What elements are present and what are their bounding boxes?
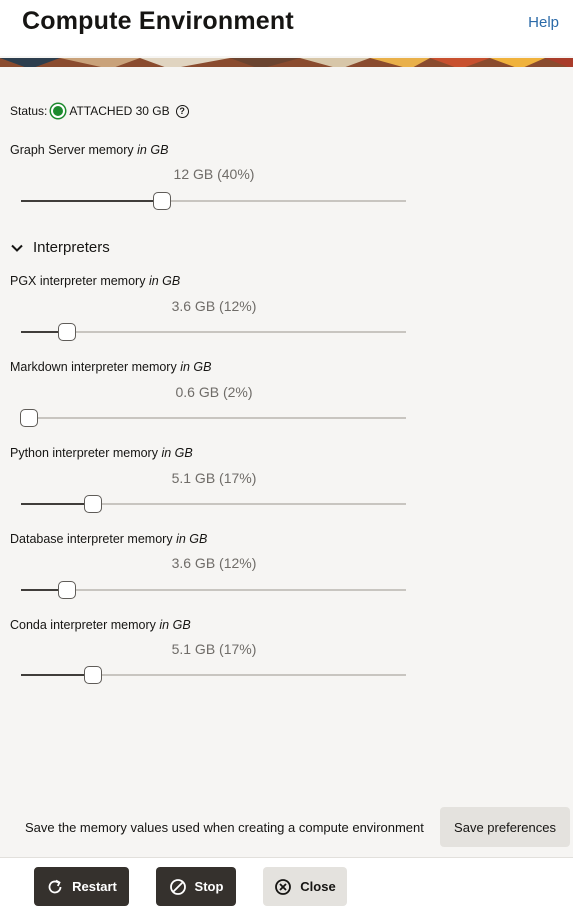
pgx-memory-value: 3.6 GB (12%) [171, 298, 257, 314]
python-memory-label: Python interpreter memory in GB [10, 446, 193, 460]
question-circle-icon[interactable]: ? [175, 104, 189, 118]
status-value: ATTACHED 30 GB [69, 104, 170, 118]
python-memory-value: 5.1 GB (17%) [171, 470, 257, 486]
chevron-down-icon [11, 244, 23, 252]
slider-thumb[interactable] [83, 666, 102, 684]
page-title: Compute Environment [22, 7, 294, 35]
python-memory-slider[interactable] [21, 494, 406, 514]
slider-thumb[interactable] [83, 495, 102, 513]
status-indicator-icon [51, 104, 66, 118]
database-memory-label: Database interpreter memory in GB [10, 532, 208, 546]
save-description: Save the memory values used when creatin… [25, 820, 424, 835]
pgx-memory-label: PGX interpreter memory in GB [10, 274, 181, 288]
help-link[interactable]: Help [528, 14, 559, 31]
markdown-memory-label: Markdown interpreter memory in GB [10, 360, 212, 374]
graph-server-memory-value: 12 GB (40%) [173, 166, 255, 182]
slider-thumb[interactable] [58, 581, 77, 599]
restart-icon [48, 879, 62, 893]
graph-server-memory-label: Graph Server memory in GB [10, 143, 169, 157]
close-icon [275, 878, 292, 895]
header: Compute Environment Help [0, 0, 573, 56]
stop-icon [169, 878, 186, 895]
interpreters-section-toggle[interactable]: Interpreters [10, 239, 110, 256]
conda-memory-value: 5.1 GB (17%) [171, 641, 257, 657]
status-label: Status: [10, 104, 48, 118]
markdown-memory-value: 0.6 GB (2%) [175, 384, 253, 400]
graph-server-memory-slider[interactable] [21, 191, 406, 211]
conda-memory-slider[interactable] [21, 665, 406, 685]
footer-toolbar: Restart Stop Close [0, 857, 573, 911]
close-button[interactable]: Close [263, 867, 347, 906]
conda-memory-label: Conda interpreter memory in GB [10, 618, 191, 632]
decorative-banner [0, 56, 573, 67]
markdown-memory-slider[interactable] [20, 408, 406, 428]
status-row: Status: ATTACHED 30 GB ? [10, 104, 189, 118]
restart-button[interactable]: Restart [34, 867, 129, 906]
save-preferences-button[interactable]: Save preferences [440, 807, 570, 847]
database-memory-slider[interactable] [21, 580, 406, 600]
database-memory-value: 3.6 GB (12%) [171, 555, 257, 571]
pgx-memory-slider[interactable] [21, 322, 406, 342]
stop-button[interactable]: Stop [156, 867, 236, 906]
slider-thumb[interactable] [152, 192, 171, 210]
slider-thumb[interactable] [20, 409, 38, 427]
slider-thumb[interactable] [58, 323, 77, 341]
